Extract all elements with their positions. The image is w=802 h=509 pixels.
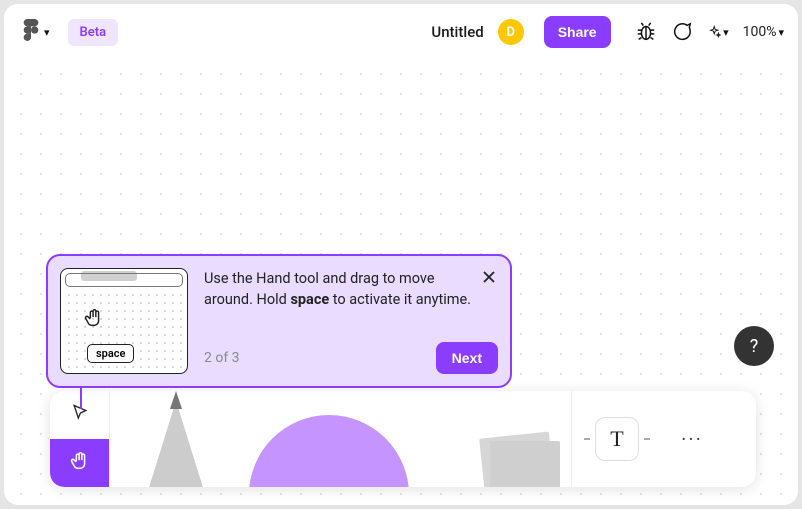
chevron-down-icon: ▾: [44, 26, 50, 39]
zoom-control[interactable]: 100% ▾: [743, 24, 784, 40]
user-avatar[interactable]: D: [498, 19, 524, 45]
figma-menu-button[interactable]: ▾: [18, 13, 54, 51]
share-button[interactable]: Share: [544, 16, 611, 48]
chevron-down-icon: ▾: [723, 26, 729, 39]
help-fab-button[interactable]: ?: [734, 326, 774, 366]
chevron-down-icon: ▾: [778, 26, 784, 39]
document-title[interactable]: Untitled: [431, 23, 483, 41]
pencil-tool-button[interactable]: [110, 391, 241, 487]
bug-icon[interactable]: [635, 21, 657, 43]
space-key-label: space: [87, 344, 134, 363]
header-bar: ▾ Beta Untitled D Share ▾: [4, 4, 798, 60]
app-window: ▾ Beta Untitled D Share ▾: [4, 4, 798, 505]
coach-tip-text: Use the Hand tool and drag to move aroun…: [204, 268, 498, 310]
sticky-tool-button[interactable]: [416, 391, 571, 487]
figma-logo-icon: [22, 19, 40, 45]
hand-tool-button[interactable]: [50, 439, 109, 487]
more-tools-button[interactable]: ···: [662, 391, 722, 487]
zoom-value: 100%: [743, 24, 777, 40]
coach-next-button[interactable]: Next: [436, 342, 498, 374]
pencil-icon: [146, 401, 206, 487]
sparkle-icon[interactable]: ▾: [707, 21, 729, 43]
bottom-toolbar: T ···: [50, 391, 756, 487]
coach-step-counter: 2 of 3: [204, 350, 240, 366]
header-actions: ▾ 100% ▾: [635, 21, 784, 43]
comment-icon[interactable]: [671, 21, 693, 43]
beta-badge: Beta: [68, 19, 119, 46]
coach-illustration: space: [60, 268, 188, 374]
text-tool-button[interactable]: T: [572, 391, 662, 487]
onboarding-coach-tip: space Use the Hand tool and drag to move…: [46, 254, 512, 388]
circle-shape-icon: [249, 415, 409, 487]
shape-tool-button[interactable]: [241, 391, 416, 487]
hand-icon: [69, 450, 91, 476]
hand-icon: [83, 307, 105, 333]
close-button[interactable]: [478, 266, 500, 288]
text-icon: T: [595, 417, 639, 461]
